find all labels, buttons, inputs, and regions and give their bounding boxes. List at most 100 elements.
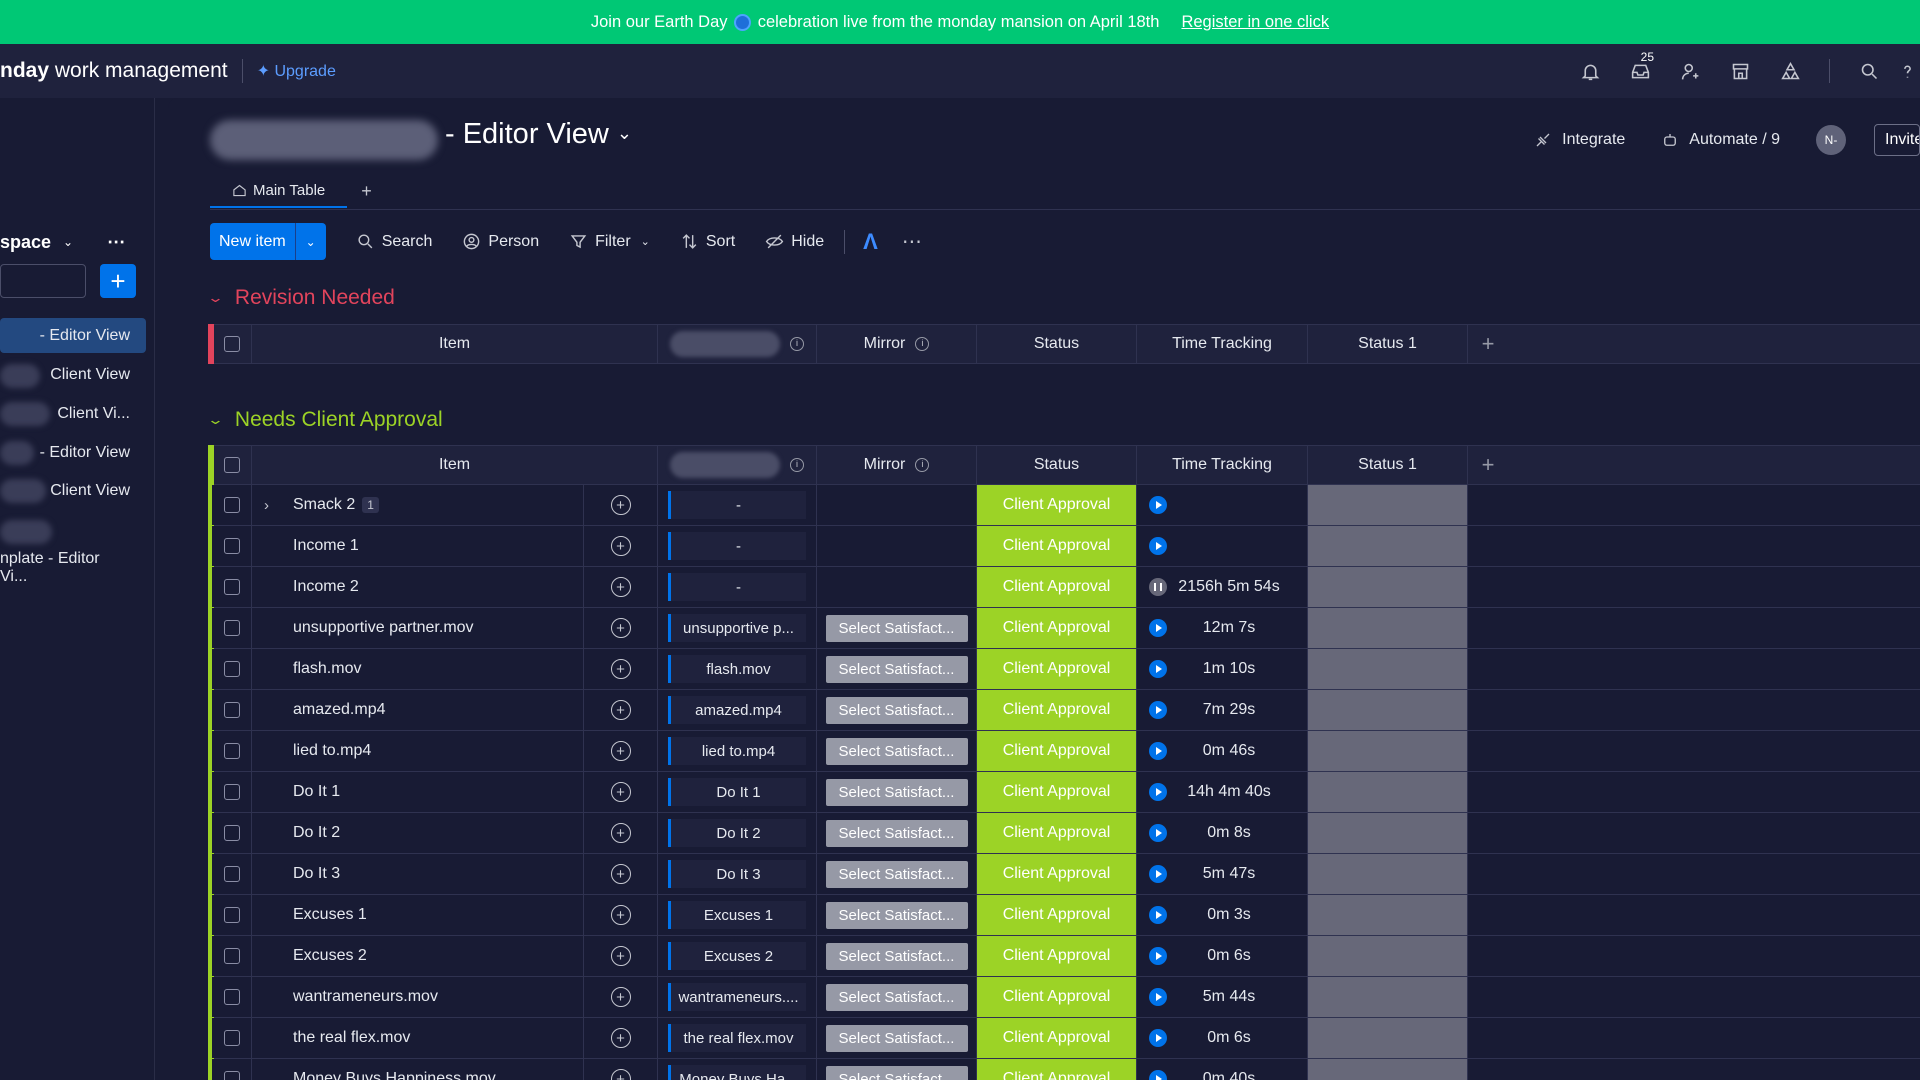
sidebar-item-template[interactable]: nplate - Editor Vi... [0, 550, 146, 585]
redacted-column-cell[interactable]: - [658, 526, 817, 566]
linked-value[interactable]: Do It 2 [668, 819, 806, 847]
checkbox[interactable] [223, 497, 240, 513]
add-update-icon[interactable]: + [610, 946, 631, 966]
updates-cell[interactable]: + [584, 608, 658, 648]
status-cell[interactable]: Client Approval [977, 854, 1137, 894]
more-options-icon[interactable]: ⋯ [902, 229, 923, 254]
register-link[interactable]: Register in one click [1181, 13, 1329, 32]
linked-value[interactable]: lied to.mp4 [668, 737, 806, 765]
status-cell[interactable]: Client Approval [977, 526, 1137, 566]
chevron-down-icon[interactable]: ⌄ [296, 223, 326, 260]
time-tracking-cell[interactable]: 0m 3s [1137, 895, 1308, 935]
status-cell[interactable]: Client Approval [977, 690, 1137, 730]
redacted-column-cell[interactable]: lied to.mp4 [658, 731, 817, 771]
add-update-icon[interactable]: + [610, 536, 631, 556]
mirror-cell[interactable]: Select Satisfact... [817, 977, 977, 1017]
status-cell[interactable]: Client Approval [977, 895, 1137, 935]
item-name-cell[interactable]: Do It 1 [252, 772, 584, 812]
status-1-cell[interactable] [1308, 1018, 1468, 1058]
person-filter-button[interactable]: Person [462, 232, 539, 251]
status-cell[interactable]: Client Approval [977, 977, 1137, 1017]
status-1-cell[interactable] [1308, 608, 1468, 648]
sidebar-item-client-vi[interactable]: Client Vi... [0, 396, 146, 431]
mirror-cell[interactable] [817, 526, 977, 566]
checkbox[interactable] [223, 907, 240, 923]
table-row[interactable]: amazed.mp4 + amazed.mp4 Select Satisfact...… [212, 690, 1920, 731]
mirror-select[interactable]: Select Satisfact... [825, 696, 968, 724]
integrate-button[interactable]: Integrate [1534, 131, 1625, 149]
redacted-column-cell[interactable]: Do It 3 [658, 854, 817, 894]
updates-cell[interactable]: + [584, 1018, 658, 1058]
checkbox[interactable] [223, 1071, 240, 1080]
status-1-cell[interactable] [1308, 854, 1468, 894]
item-name-cell[interactable]: unsupportive partner.mov [252, 608, 584, 648]
table-row[interactable]: Income 2 + - Client Approval 2156h 5m 54s [212, 567, 1920, 608]
new-item-label[interactable]: New item [210, 223, 296, 260]
info-icon[interactable]: i [915, 337, 930, 351]
mirror-select[interactable]: Select Satisfact... [825, 1065, 968, 1080]
updates-cell[interactable]: + [584, 977, 658, 1017]
time-tracking-cell[interactable]: 0m 46s [1137, 731, 1308, 771]
checkbox[interactable] [223, 620, 240, 636]
mirror-select[interactable]: Select Satisfact... [825, 1024, 968, 1052]
row-select-cell[interactable] [212, 895, 252, 935]
column-header-status[interactable]: Status [977, 446, 1137, 484]
search-button[interactable]: Search [356, 232, 432, 251]
row-select-cell[interactable] [212, 1018, 252, 1058]
status-cell[interactable]: Client Approval [977, 1018, 1137, 1058]
time-tracking-cell[interactable]: 5m 47s [1137, 854, 1308, 894]
row-select-cell[interactable] [212, 977, 252, 1017]
checkbox[interactable] [223, 702, 240, 718]
add-update-icon[interactable]: + [610, 495, 631, 515]
row-select-cell[interactable] [212, 567, 252, 607]
linked-value[interactable]: - [668, 491, 806, 519]
play-icon[interactable] [1149, 783, 1167, 801]
table-row[interactable]: the real flex.mov + the real flex.mov Selec… [212, 1018, 1920, 1059]
column-header-redacted[interactable]: i [658, 325, 817, 363]
chevron-down-icon[interactable]: ⌄ [207, 290, 224, 306]
add-update-icon[interactable]: + [610, 782, 631, 802]
redacted-column-cell[interactable]: Do It 2 [658, 813, 817, 853]
status-cell[interactable]: Client Approval [977, 936, 1137, 976]
status-1-cell[interactable] [1308, 731, 1468, 771]
status-1-cell[interactable] [1308, 649, 1468, 689]
play-icon[interactable] [1149, 906, 1167, 924]
add-board-button[interactable]: + [100, 264, 136, 298]
updates-cell[interactable]: + [584, 526, 658, 566]
column-header-item[interactable]: Item [252, 325, 658, 363]
sidebar-item-client-view[interactable]: Client View [0, 357, 146, 392]
status-1-cell[interactable] [1308, 977, 1468, 1017]
item-name-cell[interactable]: Income 1 [252, 526, 584, 566]
linked-value[interactable]: flash.mov [668, 655, 806, 683]
play-icon[interactable] [1149, 742, 1167, 760]
updates-cell[interactable]: + [584, 854, 658, 894]
item-name[interactable]: unsupportive partner.mov [293, 619, 474, 637]
mirror-cell[interactable]: Select Satisfact... [817, 936, 977, 976]
invite-button[interactable]: Invite [1874, 124, 1920, 156]
updates-cell[interactable]: + [584, 936, 658, 976]
column-header-time-tracking[interactable]: Time Tracking [1137, 325, 1308, 363]
status-1-cell[interactable] [1308, 813, 1468, 853]
new-item-button[interactable]: New item ⌄ [210, 223, 326, 260]
status-1-cell[interactable] [1308, 526, 1468, 566]
add-update-icon[interactable]: + [610, 823, 631, 843]
group-title-text[interactable]: Needs Client Approval [235, 408, 443, 432]
sidebar-item-client-view-2[interactable]: Client View [0, 473, 146, 508]
chevron-down-icon[interactable]: ⌄ [617, 123, 632, 143]
tab-main-table[interactable]: Main Table [210, 174, 348, 208]
row-select-cell[interactable] [212, 813, 252, 853]
redacted-column-cell[interactable]: flash.mov [658, 649, 817, 689]
time-tracking-cell[interactable]: 14h 4m 40s [1137, 772, 1308, 812]
column-header-status-1[interactable]: Status 1 [1308, 325, 1468, 363]
row-select-cell[interactable] [212, 936, 252, 976]
invite-members-icon[interactable] [1665, 44, 1715, 98]
checkbox[interactable] [223, 743, 240, 759]
add-update-icon[interactable]: + [610, 864, 631, 884]
item-name-cell[interactable]: the real flex.mov [252, 1018, 584, 1058]
add-update-icon[interactable]: + [610, 1028, 631, 1048]
item-name[interactable]: Do It 1 [293, 783, 340, 801]
status-1-cell[interactable] [1308, 895, 1468, 935]
item-name[interactable]: Smack 2 [293, 496, 355, 514]
redacted-column-cell[interactable]: Money Buys Ha... [658, 1059, 817, 1080]
row-select-cell[interactable] [212, 649, 252, 689]
